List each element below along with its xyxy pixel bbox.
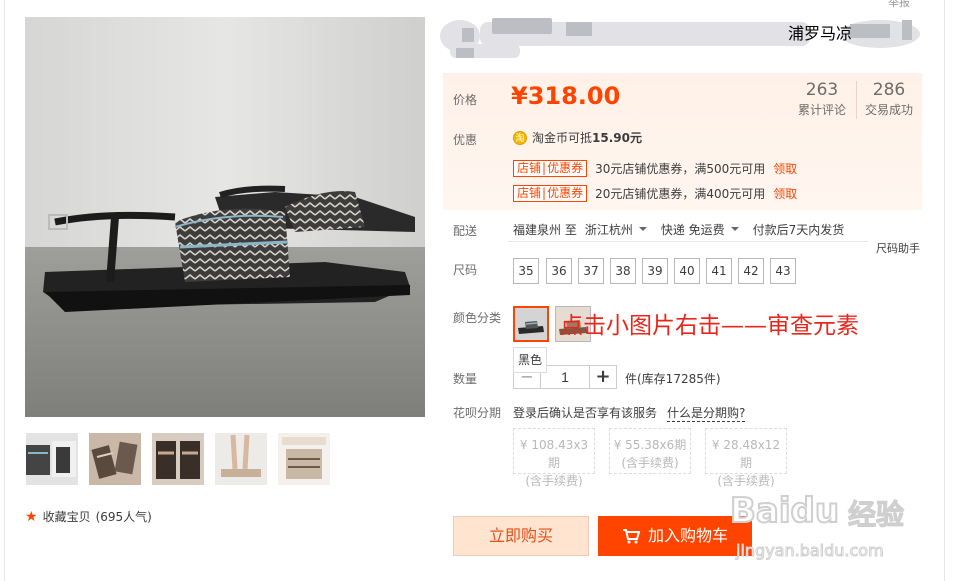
quantity-label: 数量 (453, 372, 478, 386)
sold-stat: 286 交易成功 (862, 80, 916, 118)
svg-text:jingyan.baidu.com: jingyan.baidu.com (735, 541, 884, 560)
report-link[interactable]: 举报 (888, 0, 910, 10)
shipping-method[interactable]: 快递 免运费 (661, 221, 725, 238)
thumbnail-3[interactable] (152, 433, 204, 485)
quantity-input[interactable] (541, 365, 589, 389)
installment-plan[interactable]: ¥ 28.48x12期 (含手续费) (705, 428, 787, 488)
coin-text: 淘金币可抵15.90元 (532, 131, 642, 145)
chevron-down-icon[interactable] (730, 226, 739, 231)
divider (508, 241, 868, 242)
size-option[interactable]: 35 (513, 258, 539, 284)
installment-plan[interactable]: ¥ 108.43x3期 (含手续费) (513, 428, 595, 488)
favorite-label: 收藏宝贝 (42, 510, 91, 524)
sold-count: 286 (872, 80, 906, 100)
add-to-cart-label: 加入购物车 (647, 526, 728, 545)
star-icon: ★ (25, 508, 38, 525)
thumbnail-2[interactable] (89, 433, 141, 485)
price-label: 价格 (453, 93, 478, 107)
main-product-image (25, 17, 425, 417)
coin-row: 淘 淘金币可抵15.90元 (513, 129, 642, 146)
thumbnail-4[interactable] (215, 433, 267, 485)
frame-border-left (4, 0, 5, 581)
color-tooltip: 黑色 (513, 347, 547, 373)
installment-help-link[interactable]: 什么是分期购? (667, 404, 746, 422)
sold-label: 交易成功 (864, 103, 913, 117)
svg-text:Baidu: Baidu (730, 491, 839, 531)
size-option[interactable]: 40 (674, 258, 700, 284)
buy-now-button[interactable]: 立即购买 (453, 516, 589, 556)
baidu-jingyan-watermark: Baidu 经验 jingyan.baidu.com (729, 472, 930, 572)
color-swatch-black[interactable] (513, 306, 549, 342)
coupon-row-1: 店铺 | 优惠券 30元店铺优惠券，满500元可用 领取 (513, 160, 797, 177)
instruction-annotation: 点击小图片右击——审查元素 (560, 313, 859, 339)
quantity-increase-button[interactable]: + (589, 365, 617, 389)
svg-text:经验: 经验 (848, 498, 904, 531)
installment-login-text: 登录后确认是否享有该服务 (513, 406, 658, 420)
size-option[interactable]: 38 (610, 258, 636, 284)
frame-border-right (944, 0, 945, 581)
delivery-label: 配送 (453, 224, 478, 238)
coupon-description: 30元店铺优惠券，满500元可用 (595, 162, 766, 176)
size-option[interactable]: 42 (738, 258, 764, 284)
cart-icon (622, 529, 640, 544)
thumbnail-1[interactable] (26, 433, 78, 485)
promo-label: 优惠 (453, 133, 478, 147)
review-label: 累计评论 (797, 103, 846, 117)
coupon-claim-link[interactable]: 领取 (773, 160, 797, 177)
chevron-down-icon[interactable] (638, 226, 647, 231)
favorite-button[interactable]: ★ 收藏宝贝 (695人气) (25, 508, 152, 525)
size-helper-link[interactable]: 尺码助手 (876, 240, 920, 256)
delivery-row: 福建泉州 至 浙江杭州 快递 免运费 付款后7天内发货 (513, 221, 844, 238)
size-option[interactable]: 37 (578, 258, 604, 284)
delivery-from: 福建泉州 至 (513, 223, 577, 237)
coupon-tag: 店铺 | 优惠券 (513, 160, 588, 177)
taobao-coin-icon: 淘 (513, 130, 527, 145)
favorite-count: (695人气) (95, 510, 152, 524)
installment-label: 花呗分期 (453, 406, 502, 420)
stock-count: 件(库存17285件) (625, 372, 721, 386)
size-label: 尺码 (453, 263, 478, 277)
review-count: 263 (805, 80, 839, 100)
size-option[interactable]: 43 (770, 258, 796, 284)
product-title: 浦罗马凉 (788, 24, 853, 43)
dispatch-time: 付款后7天内发货 (752, 223, 845, 237)
color-label: 颜色分类 (453, 311, 502, 325)
coupon-claim-link[interactable]: 领取 (773, 185, 797, 202)
coupon-tag: 店铺 | 优惠券 (513, 185, 588, 202)
size-option[interactable]: 39 (642, 258, 668, 284)
size-option[interactable]: 41 (706, 258, 732, 284)
price-value: ¥318.00 (511, 82, 621, 110)
coupon-row-2: 店铺 | 优惠券 20元店铺优惠券，满400元可用 领取 (513, 185, 797, 202)
stat-divider (856, 81, 857, 119)
delivery-destination[interactable]: 浙江杭州 (585, 221, 633, 238)
coupon-description: 20元店铺优惠券，满400元可用 (595, 187, 766, 201)
thumbnail-5[interactable] (278, 433, 330, 485)
installment-plan[interactable]: ¥ 55.38x6期 (含手续费) (609, 428, 691, 474)
size-option[interactable]: 36 (546, 258, 572, 284)
add-to-cart-button[interactable]: 加入购物车 (598, 516, 752, 556)
review-stat[interactable]: 263 累计评论 (796, 80, 848, 118)
